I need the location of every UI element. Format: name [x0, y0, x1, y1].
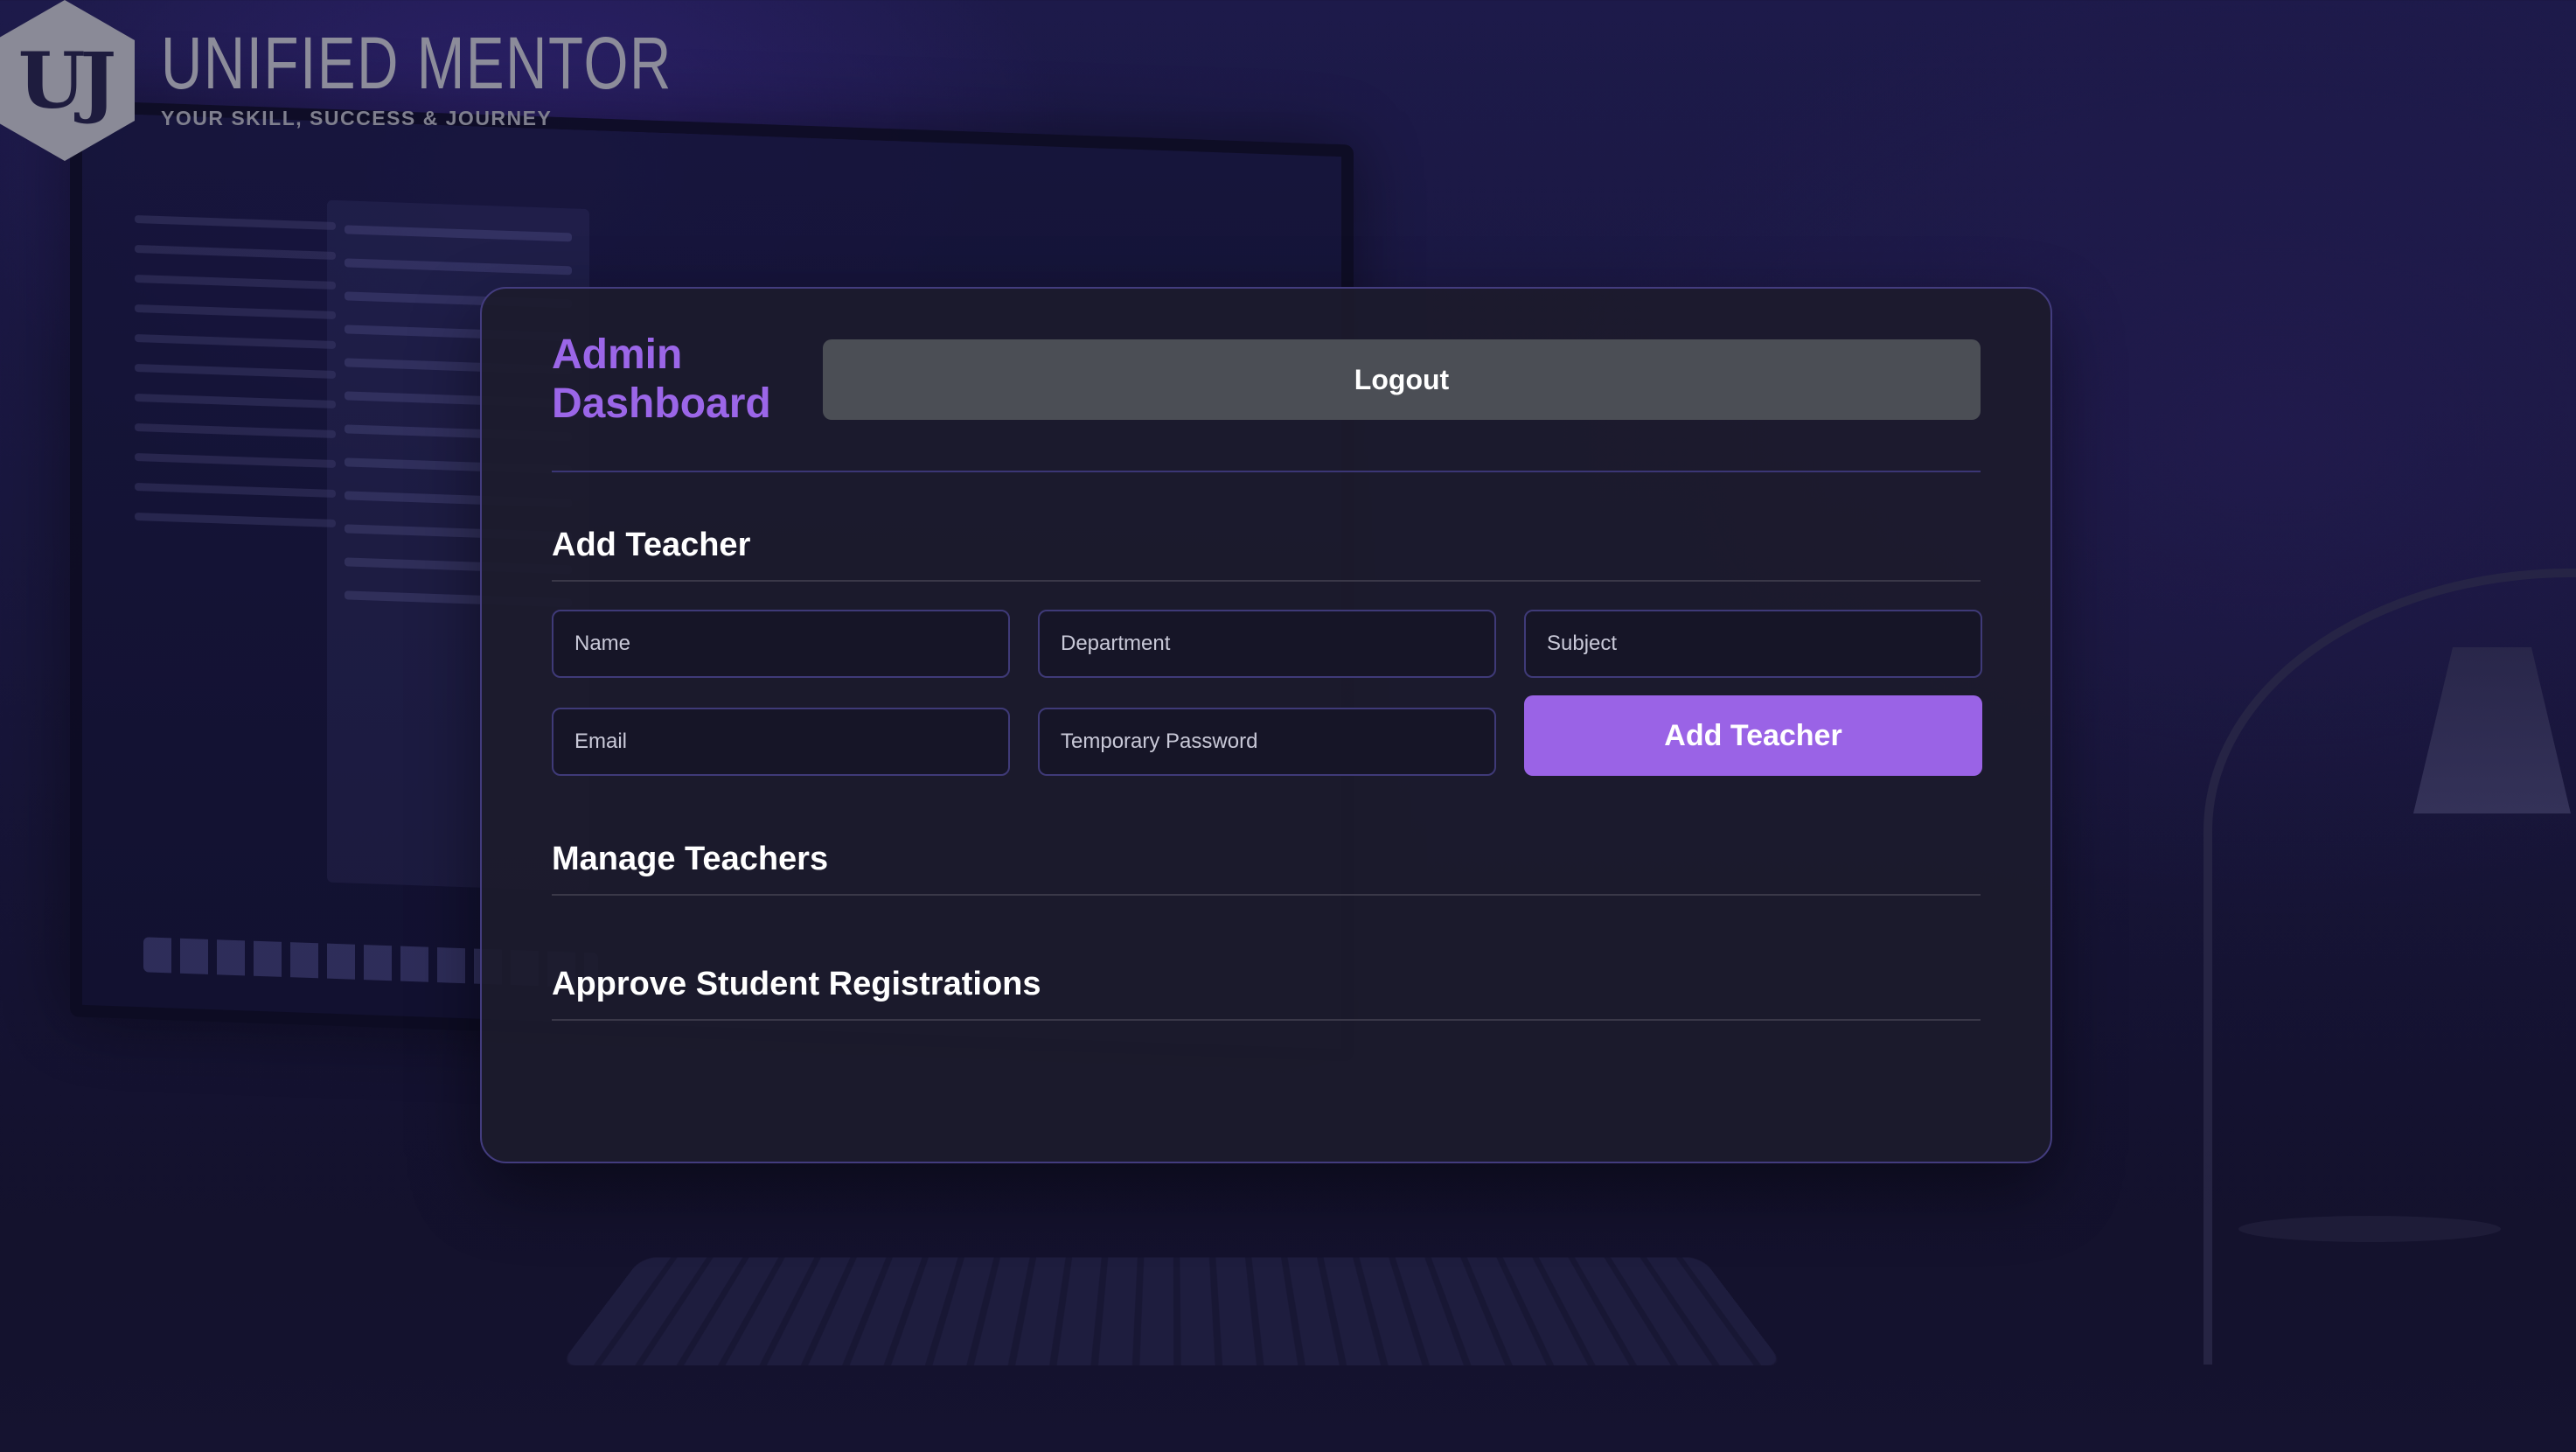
logo-tagline: YOUR SKILL, SUCCESS & JOURNEY: [161, 107, 553, 129]
subject-input[interactable]: [1524, 610, 1982, 678]
background-lamp-base: [2238, 1216, 2501, 1242]
temporary-password-input[interactable]: [1038, 708, 1496, 776]
background-keyboard: [559, 1257, 1785, 1366]
manage-teachers-heading: Manage Teachers: [552, 841, 1981, 896]
background-sidebar-blur: [135, 193, 336, 690]
name-input[interactable]: [552, 610, 1010, 678]
logo-hexagon-icon: UJ: [0, 0, 135, 161]
add-teacher-heading: Add Teacher: [552, 527, 1981, 582]
logo-text-group: UNIFIED MENTOR YOUR SKILL, SUCCESS & JOU…: [161, 26, 817, 130]
department-input[interactable]: [1038, 610, 1496, 678]
logo-title: UNIFIED MENTOR: [161, 22, 672, 104]
admin-dashboard-card: Admin Dashboard Logout Add Teacher Add T…: [480, 287, 2052, 1163]
add-teacher-button[interactable]: Add Teacher: [1524, 695, 1982, 776]
add-teacher-form: Add Teacher: [552, 610, 1982, 776]
card-header: Admin Dashboard Logout: [552, 289, 1981, 472]
page-title: Admin Dashboard: [552, 332, 771, 427]
approve-student-registrations-heading: Approve Student Registrations: [552, 966, 1981, 1021]
logout-button[interactable]: Logout: [823, 339, 1981, 420]
logo-mark: UJ: [17, 35, 116, 126]
email-input[interactable]: [552, 708, 1010, 776]
brand-logo: UJ UNIFIED MENTOR YOUR SKILL, SUCCESS & …: [0, 0, 817, 161]
